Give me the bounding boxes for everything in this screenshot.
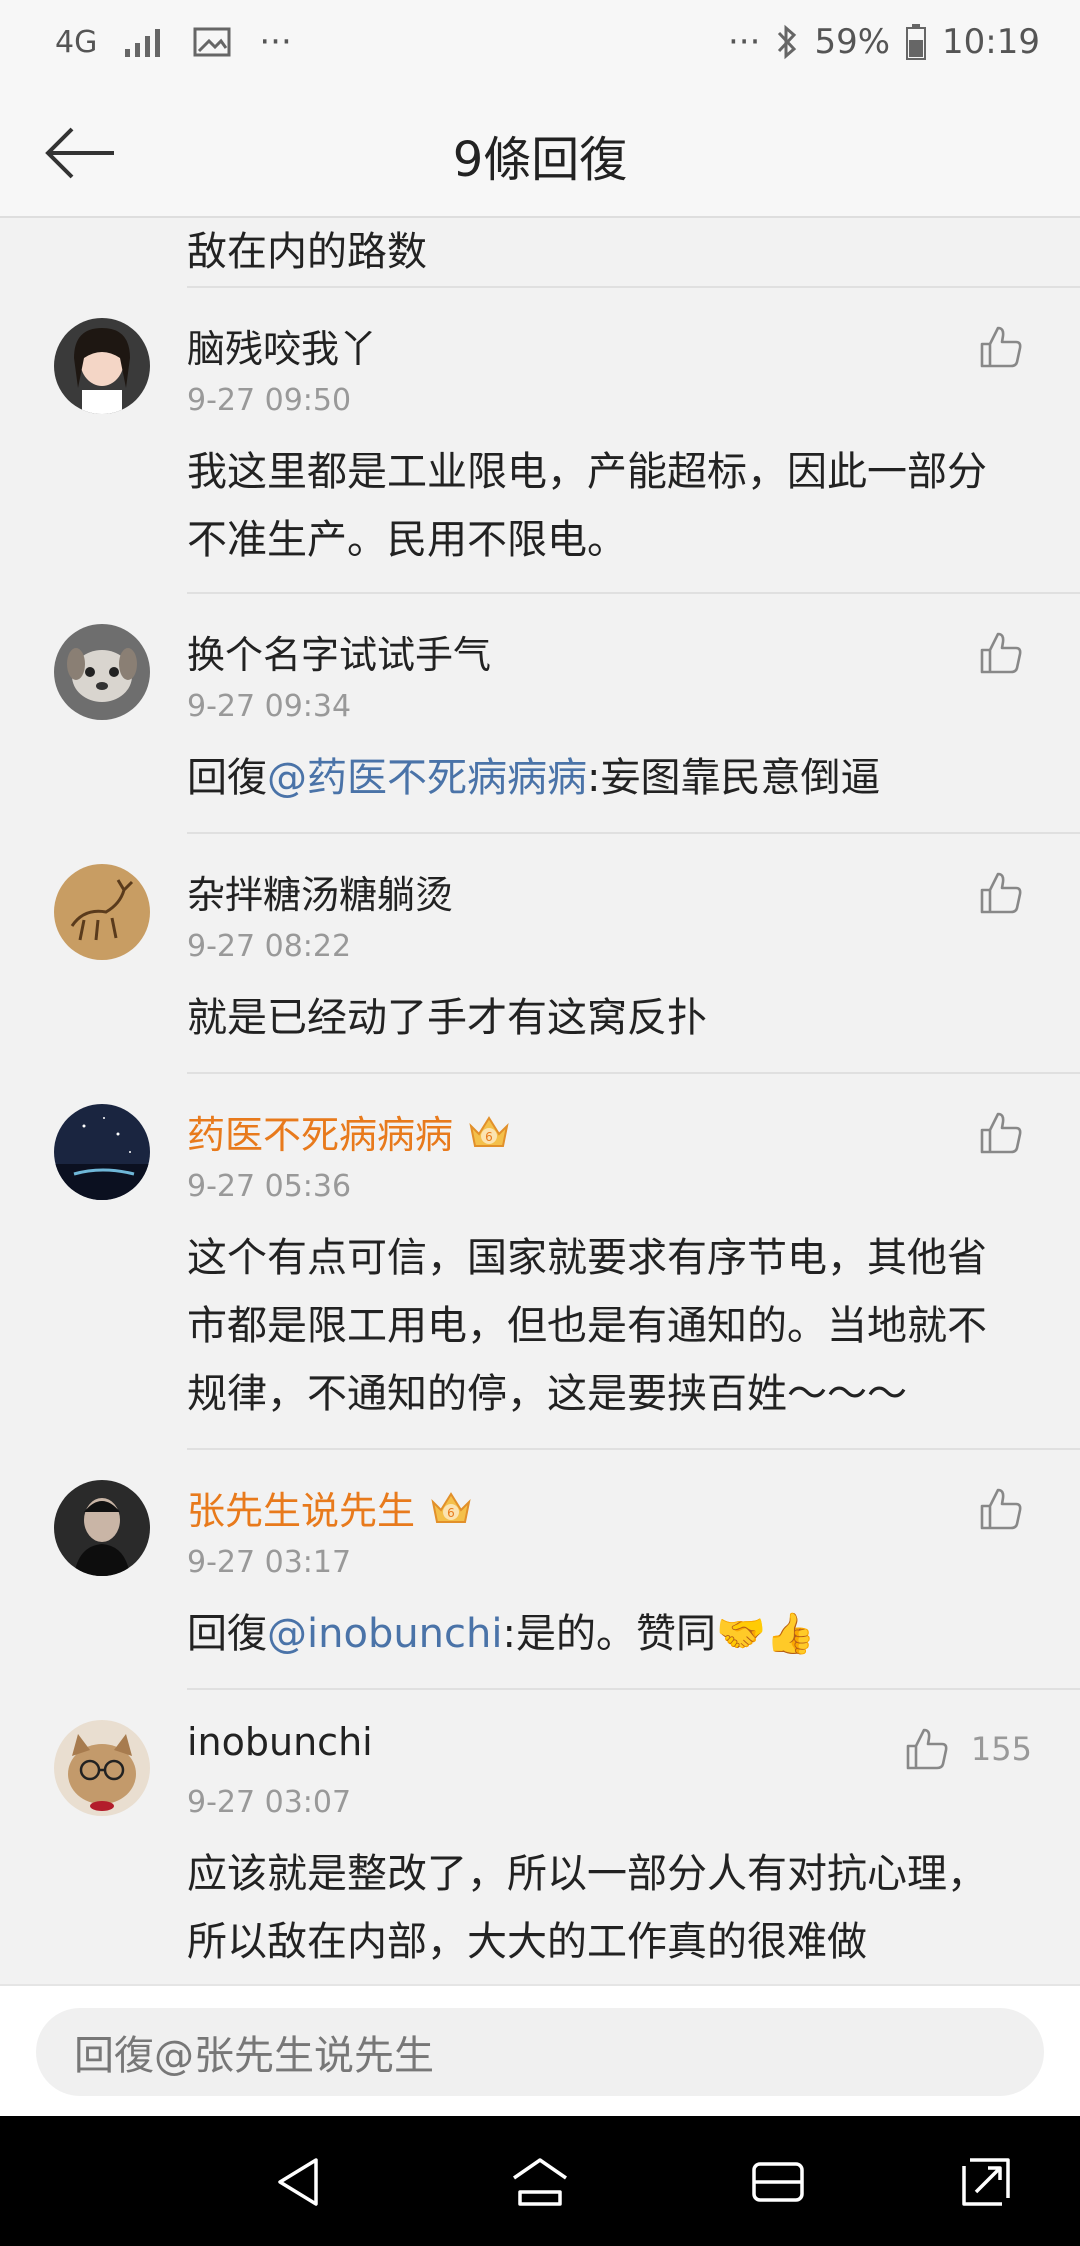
like-button[interactable]	[978, 1486, 1024, 1536]
reply-input[interactable]: 回復@张先生说先生	[36, 2008, 1044, 2096]
username[interactable]: 脑残咬我丫	[187, 318, 377, 373]
signal-icon	[125, 29, 161, 57]
avatar[interactable]	[54, 1104, 150, 1200]
battery-icon	[906, 24, 927, 60]
vip-crown-icon: 6	[469, 1115, 509, 1147]
mention-link[interactable]: @药医不死病病病	[267, 755, 587, 801]
reply-bar: 回復@张先生说先生	[0, 1984, 1080, 2118]
like-button[interactable]	[978, 324, 1024, 374]
avatar[interactable]	[54, 624, 150, 720]
comment-item[interactable]: 张先生说先生 6 9-27 03:17 回復@inobunchi:是的。赞同🤝👍	[0, 1450, 1080, 1690]
vip-crown-icon: 6	[431, 1491, 471, 1523]
comment-line: 不准生产。民用不限电。	[187, 517, 627, 563]
avatar[interactable]	[54, 864, 150, 960]
comment-text: 应该就是整改了，所以一部分人有对抗心理， 所以敌在内部，大大的工作真的很难做	[187, 1840, 1028, 1976]
avatar[interactable]	[54, 1720, 150, 1816]
timestamp: 9-27 05:36	[187, 1169, 352, 1204]
home-icon	[513, 2158, 567, 2206]
comment-line: 所以敌在内部，大大的工作真的很难做	[187, 1919, 867, 1965]
like-count: 155	[970, 1730, 1032, 1768]
more-status-icon: ···	[728, 22, 761, 62]
vip-level: 6	[485, 1130, 493, 1144]
comment-item[interactable]: 脑残咬我丫 9-27 09:50 我这里都是工业限电，产能超标，因此一部分 不准…	[0, 288, 1080, 594]
avatar[interactable]	[54, 318, 150, 414]
thumbs-up-icon	[980, 326, 1022, 368]
reply-list[interactable]: 敌在内的路数 脑残咬我丫 9-27 09:50 我这里都是工业限电，产能超标，因…	[0, 218, 1080, 1982]
nav-back-icon	[278, 2158, 318, 2206]
username[interactable]: inobunchi	[187, 1720, 373, 1764]
status-bar: 4G ··· ··· 59% 10:19	[0, 0, 1080, 90]
username[interactable]: 杂拌糖汤糖躺烫	[187, 864, 453, 919]
comment-line: 市都是限工用电，但也是有通知的。当地就不	[187, 1303, 987, 1349]
comment-line: 规律，不通知的停，这是要挟百姓～～～	[187, 1371, 907, 1417]
timestamp: 9-27 09:34	[187, 689, 352, 724]
timestamp: 9-27 09:50	[187, 383, 352, 418]
comment-item[interactable]: 药医不死病病病 6 9-27 05:36 这个有点可信，国家就要求有序节电，其他…	[0, 1074, 1080, 1450]
like-button[interactable]	[978, 630, 1024, 680]
system-nav-bar	[0, 2116, 1080, 2246]
avatar[interactable]	[54, 1480, 150, 1576]
clock: 10:19	[942, 22, 1040, 62]
comment-line: 应该就是整改了，所以一部分人有对抗心理，	[187, 1851, 987, 1897]
timestamp: 9-27 03:07	[187, 1785, 352, 1820]
like-button[interactable]	[904, 1726, 950, 1776]
more-notifications-icon: ···	[259, 22, 292, 62]
comment-line: 这个有点可信，国家就要求有序节电，其他省	[187, 1235, 987, 1281]
like-button[interactable]	[978, 1110, 1024, 1160]
nav-screen-button[interactable]	[956, 2152, 1026, 2212]
thumbs-up-icon	[980, 1112, 1022, 1154]
thumbs-up-icon	[980, 632, 1022, 674]
timestamp: 9-27 03:17	[187, 1545, 352, 1580]
thumbs-up-icon	[980, 872, 1022, 914]
thumbs-up-icon	[906, 1728, 948, 1770]
image-notification-icon	[193, 27, 231, 57]
comment-line: 我这里都是工业限电，产能超标，因此一部分	[187, 449, 987, 495]
comment-text: 我这里都是工业限电，产能超标，因此一部分 不准生产。民用不限电。	[187, 438, 1028, 574]
nav-home-button[interactable]	[508, 2152, 578, 2212]
timestamp: 9-27 08:22	[187, 929, 352, 964]
partial-comment-text: 敌在内的路数	[187, 229, 427, 275]
comment-item[interactable]: 杂拌糖汤糖躺烫 9-27 08:22 就是已经动了手才有这窝反扑	[0, 834, 1080, 1074]
username[interactable]: 张先生说先生 6	[187, 1480, 473, 1535]
comment-item[interactable]: inobunchi 9-27 03:07 应该就是整改了，所以一部分人有对抗心理…	[0, 1690, 1080, 1982]
bluetooth-icon	[778, 24, 797, 60]
page-header: 9條回復	[0, 90, 1080, 218]
thumbs-up-icon	[980, 1488, 1022, 1530]
comment-item[interactable]: 换个名字试试手气 9-27 09:34 回復@药医不死病病病:妄图靠民意倒逼	[0, 594, 1080, 834]
expand-icon	[962, 2158, 1010, 2206]
mention-link[interactable]: @inobunchi	[267, 1611, 503, 1657]
recents-icon	[752, 2162, 804, 2202]
vip-level: 6	[447, 1506, 455, 1520]
comment-text: 回復@inobunchi:是的。赞同🤝👍	[187, 1611, 816, 1657]
page-title: 9條回復	[452, 132, 628, 188]
nav-recents-button[interactable]	[748, 2152, 818, 2212]
username[interactable]: 换个名字试试手气	[187, 624, 491, 679]
comment-text: 回復@药医不死病病病:妄图靠民意倒逼	[187, 755, 881, 801]
network-indicator: 4G	[55, 24, 98, 60]
comment-text: 这个有点可信，国家就要求有序节电，其他省 市都是限工用电，但也是有通知的。当地就…	[187, 1224, 1028, 1428]
comment-text: 就是已经动了手才有这窝反扑	[187, 995, 707, 1041]
battery-percent: 59%	[814, 22, 891, 62]
nav-back-button[interactable]	[270, 2152, 340, 2212]
like-button[interactable]	[978, 870, 1024, 920]
username[interactable]: 药医不死病病病 6	[187, 1104, 511, 1159]
